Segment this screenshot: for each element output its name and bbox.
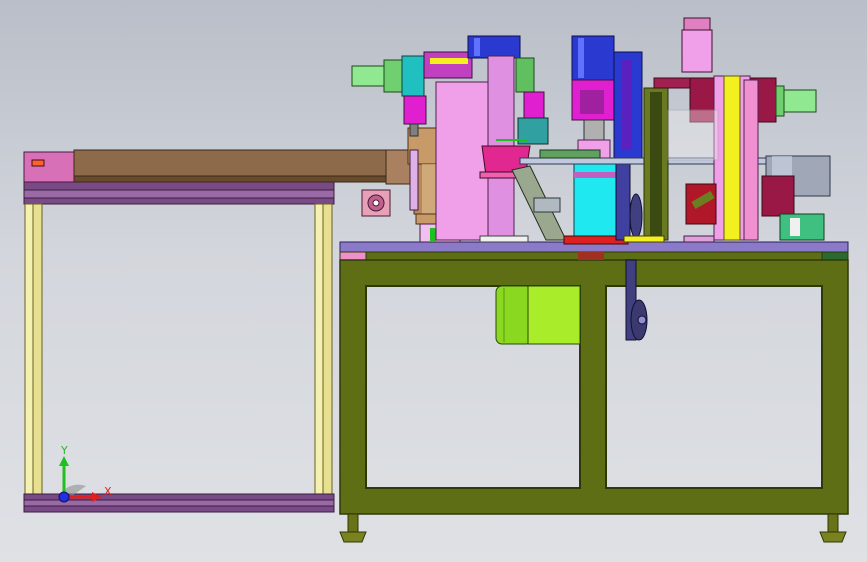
x-axis-label: X bbox=[104, 485, 112, 498]
drive-motor bbox=[495, 285, 581, 345]
belt-drive-motor bbox=[361, 189, 391, 217]
conveyor-frame bbox=[23, 181, 335, 513]
cad-viewport[interactable]: Y X bbox=[0, 0, 867, 562]
leveling-feet bbox=[339, 513, 847, 543]
coordinate-triad: Y X bbox=[58, 444, 112, 503]
ramp bbox=[511, 165, 567, 241]
press-column-4 bbox=[653, 17, 777, 241]
press-column-3 bbox=[613, 51, 643, 241]
main-frame bbox=[339, 241, 849, 515]
guide-channel bbox=[643, 87, 669, 241]
y-axis-label: Y bbox=[60, 444, 68, 457]
z-axis-dot bbox=[58, 491, 70, 503]
conveyor-belt bbox=[23, 149, 417, 185]
right-hopper bbox=[761, 155, 831, 241]
machine-assembly-drawing: Y X bbox=[23, 17, 849, 543]
right-cylinder bbox=[775, 85, 817, 117]
